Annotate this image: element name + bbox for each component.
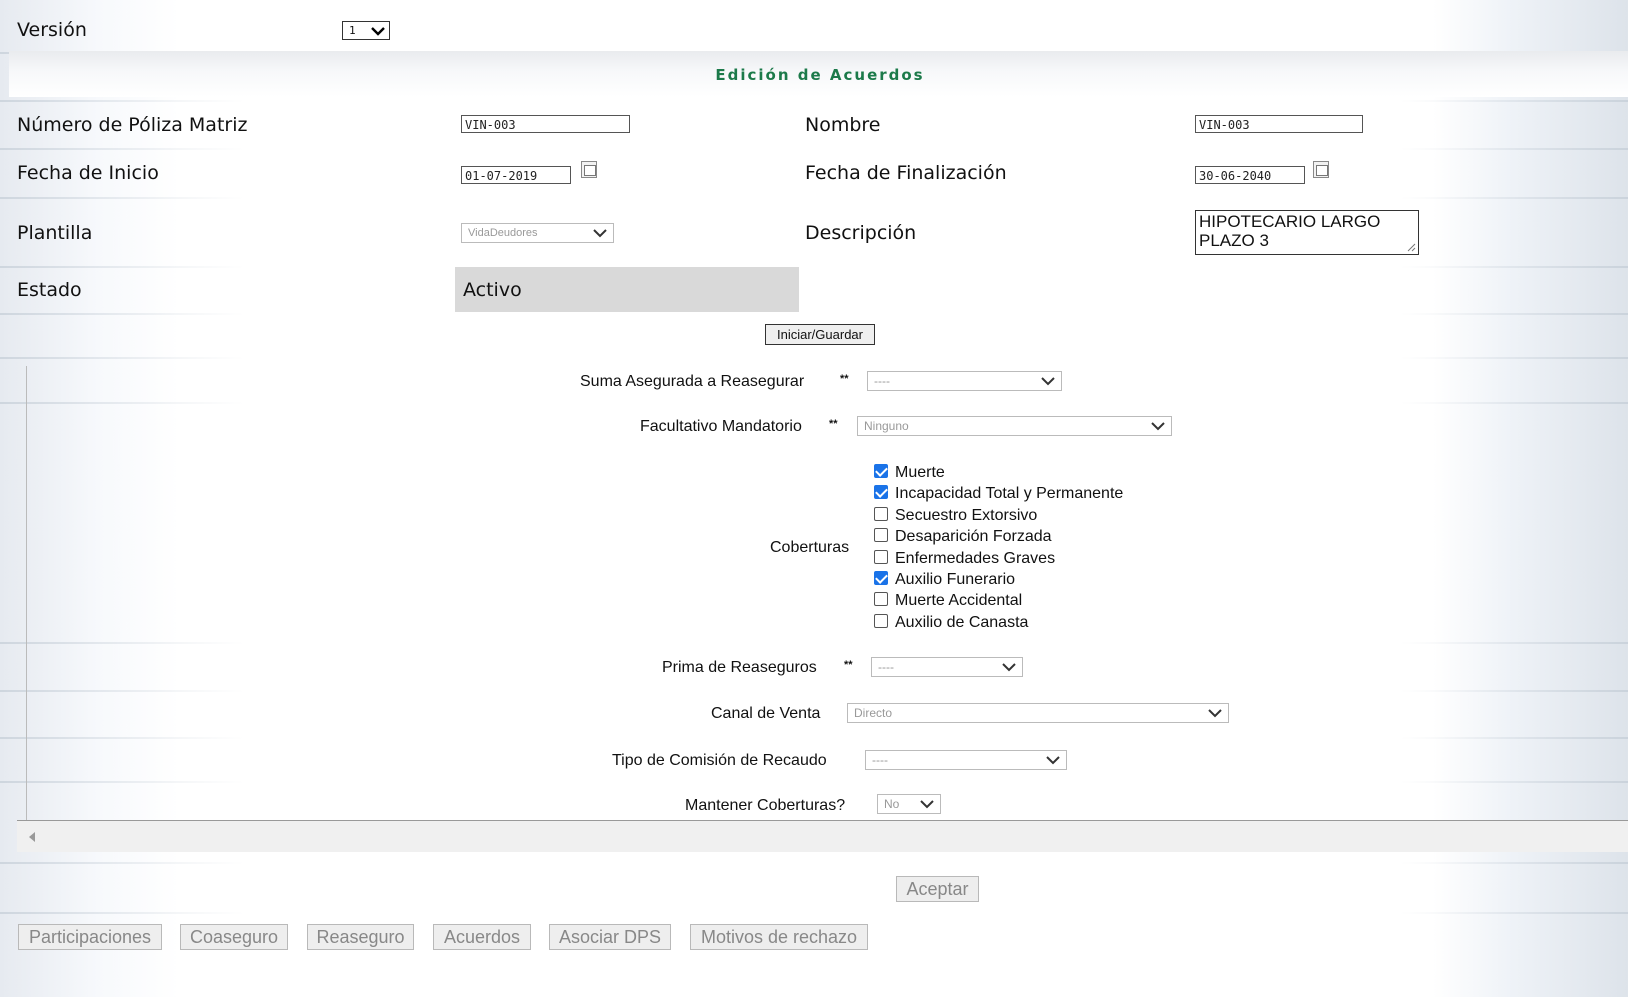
suma-value: ---- bbox=[874, 374, 890, 388]
plantilla-select[interactable]: VidaDeudores bbox=[461, 223, 614, 243]
tipo-comision-label: Tipo de Comisión de Recaudo bbox=[612, 752, 827, 769]
estado-label: Estado bbox=[17, 279, 82, 301]
facultativo-select[interactable]: Ninguno bbox=[857, 416, 1172, 436]
prima-label: Prima de Reaseguros bbox=[662, 659, 817, 676]
chevron-down-icon bbox=[593, 229, 607, 238]
section-title: Edición de Acuerdos bbox=[715, 66, 925, 84]
suma-select[interactable]: ---- bbox=[867, 371, 1062, 391]
suma-label: Suma Asegurada a Reasegurar bbox=[580, 373, 805, 390]
checkbox[interactable] bbox=[874, 592, 888, 606]
cobertura-label: Auxilio Funerario bbox=[895, 571, 1016, 588]
nombre-label: Nombre bbox=[805, 114, 881, 136]
chevron-down-icon bbox=[920, 800, 934, 809]
estado-value: Activo bbox=[463, 279, 522, 301]
scroll-left-arrow-icon[interactable] bbox=[27, 831, 37, 843]
chevron-down-icon bbox=[1002, 663, 1016, 672]
version-label: Versión bbox=[17, 19, 87, 41]
cobertura-label: Muerte bbox=[895, 464, 945, 481]
canal-label: Canal de Venta bbox=[711, 705, 821, 722]
prima-value: ---- bbox=[878, 660, 894, 674]
chevron-down-icon bbox=[371, 27, 385, 36]
chevron-down-icon bbox=[1041, 377, 1055, 386]
chevron-down-icon bbox=[1151, 422, 1165, 431]
descripcion-textarea[interactable]: HIPOTECARIO LARGO PLAZO 3 bbox=[1195, 210, 1419, 255]
checkbox[interactable] bbox=[874, 614, 888, 628]
calendar-icon[interactable] bbox=[1313, 161, 1329, 178]
checkbox[interactable] bbox=[874, 485, 888, 499]
resize-handle-icon[interactable] bbox=[1406, 242, 1416, 252]
plantilla-label: Plantilla bbox=[17, 222, 93, 244]
facultativo-label: Facultativo Mandatorio bbox=[640, 418, 802, 435]
checkbox[interactable] bbox=[874, 571, 888, 585]
plantilla-value: VidaDeudores bbox=[468, 227, 538, 239]
tab-reaseguro[interactable]: Reaseguro bbox=[307, 924, 414, 950]
poliza-label: Número de Póliza Matriz bbox=[17, 114, 248, 136]
cobertura-label: Muerte Accidental bbox=[895, 592, 1023, 609]
tab-asociar-dps[interactable]: Asociar DPS bbox=[549, 924, 671, 950]
canal-value: Directo bbox=[854, 706, 893, 720]
estado-value-box: Activo bbox=[455, 267, 799, 312]
checkbox[interactable] bbox=[874, 464, 888, 478]
poliza-input[interactable]: VIN-003 bbox=[461, 115, 630, 133]
required-mark: ** bbox=[844, 659, 853, 671]
cobertura-label: Enfermedades Graves bbox=[895, 550, 1056, 567]
tipo-comision-select[interactable]: ---- bbox=[865, 750, 1067, 770]
tab-acuerdos[interactable]: Acuerdos bbox=[433, 924, 531, 950]
coberturas-label: Coberturas bbox=[770, 539, 850, 556]
tab-participaciones[interactable]: Participaciones bbox=[18, 924, 162, 950]
calendar-icon[interactable] bbox=[581, 161, 597, 178]
mantener-value: No bbox=[884, 797, 900, 811]
mantener-label: Mantener Coberturas? bbox=[685, 797, 846, 814]
version-value: 1 bbox=[349, 24, 356, 37]
checkbox[interactable] bbox=[874, 507, 888, 521]
required-mark: ** bbox=[829, 418, 838, 430]
facultativo-value: Ninguno bbox=[864, 419, 909, 433]
checkbox[interactable] bbox=[874, 528, 888, 542]
descripcion-value: HIPOTECARIO LARGO PLAZO 3 bbox=[1199, 212, 1381, 250]
fecha-inicio-label: Fecha de Inicio bbox=[17, 162, 159, 184]
tab-coaseguro[interactable]: Coaseguro bbox=[180, 924, 288, 950]
nombre-input[interactable]: VIN-003 bbox=[1195, 115, 1363, 133]
version-select[interactable]: 1 bbox=[342, 21, 390, 40]
chevron-down-icon bbox=[1046, 756, 1060, 765]
canal-select[interactable]: Directo bbox=[847, 703, 1229, 723]
cobertura-label: Desaparición Forzada bbox=[895, 528, 1052, 545]
tipo-comision-value: ---- bbox=[872, 753, 888, 767]
mantener-select[interactable]: No bbox=[877, 794, 941, 814]
descripcion-label: Descripción bbox=[805, 222, 917, 244]
chevron-down-icon bbox=[1208, 709, 1222, 718]
cobertura-label: Auxilio de Canasta bbox=[895, 614, 1029, 631]
horizontal-scrollbar[interactable] bbox=[17, 820, 1628, 852]
cobertura-label: Secuestro Extorsivo bbox=[895, 507, 1038, 524]
fecha-inicio-input[interactable]: 01-07-2019 bbox=[461, 166, 571, 184]
tab-motivos-de-rechazo[interactable]: Motivos de rechazo bbox=[690, 924, 868, 950]
fecha-fin-label: Fecha de Finalización bbox=[805, 162, 1007, 184]
iniciar-guardar-button[interactable]: Iniciar/Guardar bbox=[765, 324, 875, 345]
prima-select[interactable]: ---- bbox=[871, 657, 1023, 677]
aceptar-button[interactable]: Aceptar bbox=[896, 876, 979, 902]
required-mark: ** bbox=[840, 373, 849, 385]
checkbox[interactable] bbox=[874, 550, 888, 564]
fecha-fin-input[interactable]: 30-06-2040 bbox=[1195, 166, 1305, 184]
cobertura-label: Incapacidad Total y Permanente bbox=[895, 485, 1124, 502]
